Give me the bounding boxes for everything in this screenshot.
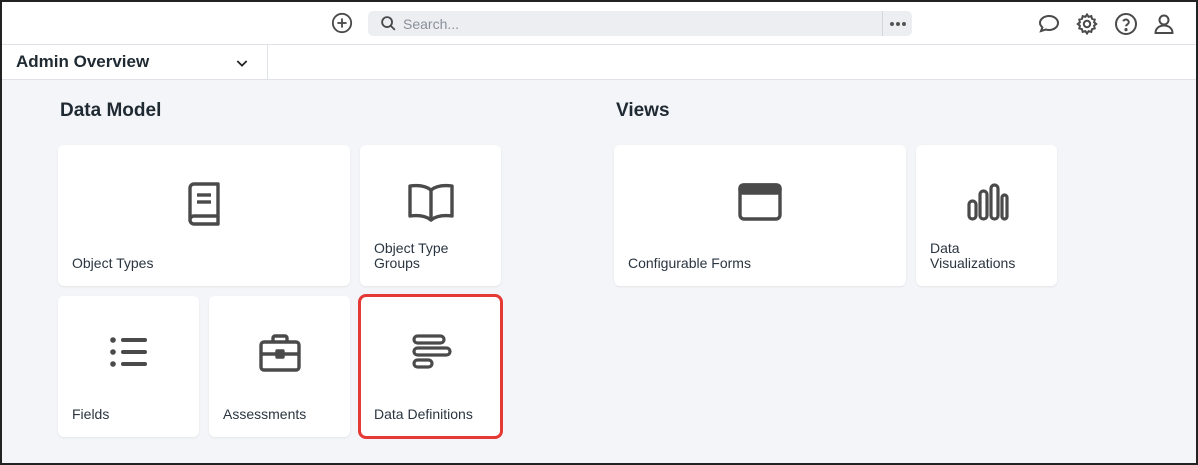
tile-object-type-groups[interactable]: Object Type Groups [360, 145, 501, 286]
ellipsis-icon [889, 21, 906, 26]
book-icon [188, 182, 220, 226]
dashboard-selector[interactable]: Admin Overview [2, 45, 268, 79]
views-heading: Views [616, 100, 670, 121]
tile-label: Fields [72, 406, 110, 422]
global-search [368, 11, 912, 36]
data-model-heading: Data Model [60, 100, 162, 121]
user-icon[interactable] [1152, 12, 1176, 36]
app-window: Admin Overview Data Model Object Types O… [0, 0, 1198, 465]
top-navigation-bar [2, 2, 1196, 45]
tile-label: Assessments [223, 406, 307, 422]
tile-data-definitions[interactable]: Data Definitions [358, 294, 503, 439]
tile-label: Configurable Forms [628, 255, 751, 271]
dashboard-bar: Admin Overview [2, 45, 1196, 80]
plus-circle-icon [331, 12, 353, 34]
dashboard-selector-label: Admin Overview [16, 52, 150, 71]
tile-label: Object Type Groups [374, 240, 449, 271]
open-book-icon [407, 183, 454, 222]
list-icon [109, 337, 147, 367]
tile-assessments[interactable]: Assessments [209, 296, 350, 437]
add-button[interactable] [330, 11, 354, 35]
help-circle-icon[interactable] [1114, 12, 1138, 36]
tile-object-types[interactable]: Object Types [58, 145, 350, 286]
tile-label: Object Types [72, 255, 154, 271]
tile-data-visualizations[interactable]: Data Visualizations [916, 145, 1057, 286]
tile-fields[interactable]: Fields [58, 296, 199, 437]
gear-icon[interactable] [1075, 12, 1099, 36]
align-left-bars-icon [411, 334, 452, 369]
briefcase-icon [258, 334, 301, 372]
chat-bubble-icon[interactable] [1037, 12, 1061, 36]
tile-label: Data Visualizations [930, 240, 1016, 271]
search-icon [381, 16, 396, 31]
search-options-button[interactable] [882, 11, 912, 36]
browser-window-icon [738, 183, 782, 221]
search-input[interactable] [403, 11, 873, 36]
bar-chart-icon [966, 183, 1009, 221]
tile-configurable-forms[interactable]: Configurable Forms [614, 145, 906, 286]
tile-label: Data Definitions [374, 406, 473, 422]
chevron-down-icon [236, 60, 248, 67]
